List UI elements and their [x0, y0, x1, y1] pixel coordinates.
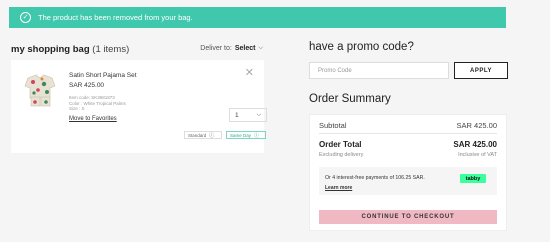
tabby-logo: tabby	[460, 174, 486, 183]
bag-count: (1 items)	[92, 44, 130, 55]
shipping-standard[interactable]: Standard ⓘ	[184, 131, 222, 139]
promo-code-input[interactable]: Promo Code	[309, 62, 449, 79]
tabby-learn-more-link[interactable]: Learn more	[325, 185, 352, 191]
deliver-value[interactable]: Select	[235, 45, 256, 52]
shipping-same-day-label: Same Day	[230, 132, 252, 138]
removed-toast: ✓ The product has been removed from your…	[9, 7, 506, 28]
move-to-favorites-link[interactable]: Move to Favorites	[69, 116, 117, 122]
check-circle-icon: ✓	[20, 12, 31, 23]
bag-heading: my shopping bag (1 items)	[11, 44, 129, 55]
info-icon: ⓘ	[254, 132, 260, 139]
divider	[319, 133, 497, 134]
quantity-value: 1	[235, 111, 239, 119]
chevron-down-icon: ⌵	[256, 111, 261, 118]
order-summary-title: Order Summary	[309, 93, 391, 105]
apply-button[interactable]: APPLY	[454, 62, 508, 79]
product-price: SAR 425.00	[69, 82, 105, 89]
total-value: SAR 425.00	[453, 140, 497, 149]
subtotal-label: Subtotal	[319, 121, 347, 130]
toast-message: The product has been removed from your b…	[38, 13, 193, 22]
info-icon: ⓘ	[209, 132, 215, 139]
bag-title: my shopping bag	[11, 44, 90, 55]
product-name[interactable]: Satin Short Pajama Set	[69, 72, 137, 79]
deliver-to-selector[interactable]: Deliver to: Select ⌵	[200, 45, 263, 52]
total-label: Order Total	[319, 140, 362, 149]
promo-title: have a promo code?	[309, 41, 414, 53]
remove-item-icon[interactable]: ✕	[245, 68, 254, 79]
tax-row: Excluding delivery Inclusive of VAT	[319, 152, 497, 158]
shipping-standard-label: Standard	[188, 132, 207, 138]
item-size: Size : S	[69, 106, 85, 112]
continue-to-checkout-button[interactable]: CONTINUE TO CHECKOUT	[319, 210, 497, 224]
excluding-delivery-label: Excluding delivery	[319, 152, 364, 158]
tabby-text: Or 4 interest-free payments of 106.25 SA…	[325, 175, 425, 181]
chevron-down-icon[interactable]: ⌵	[258, 45, 263, 52]
product-image[interactable]	[22, 72, 60, 108]
product-meta: Item code: SK3681873 Color : White Tropi…	[69, 95, 126, 112]
subtotal-row: Subtotal SAR 425.00	[319, 121, 497, 130]
quantity-select[interactable]: 1 ⌵	[229, 108, 267, 122]
order-summary-card: Subtotal SAR 425.00 Order Total SAR 425.…	[309, 114, 507, 231]
tabby-banner: Or 4 interest-free payments of 106.25 SA…	[319, 167, 497, 195]
shipping-same-day[interactable]: Same Day ⓘ	[226, 131, 266, 139]
subtotal-value: SAR 425.00	[456, 121, 497, 130]
deliver-label: Deliver to:	[200, 45, 232, 52]
total-row: Order Total SAR 425.00	[319, 140, 497, 149]
bag-item-card: ✕ Satin Short Pajama Set SAR 425.00 Item…	[11, 60, 267, 153]
vat-label: Inclusive of VAT	[458, 152, 497, 158]
